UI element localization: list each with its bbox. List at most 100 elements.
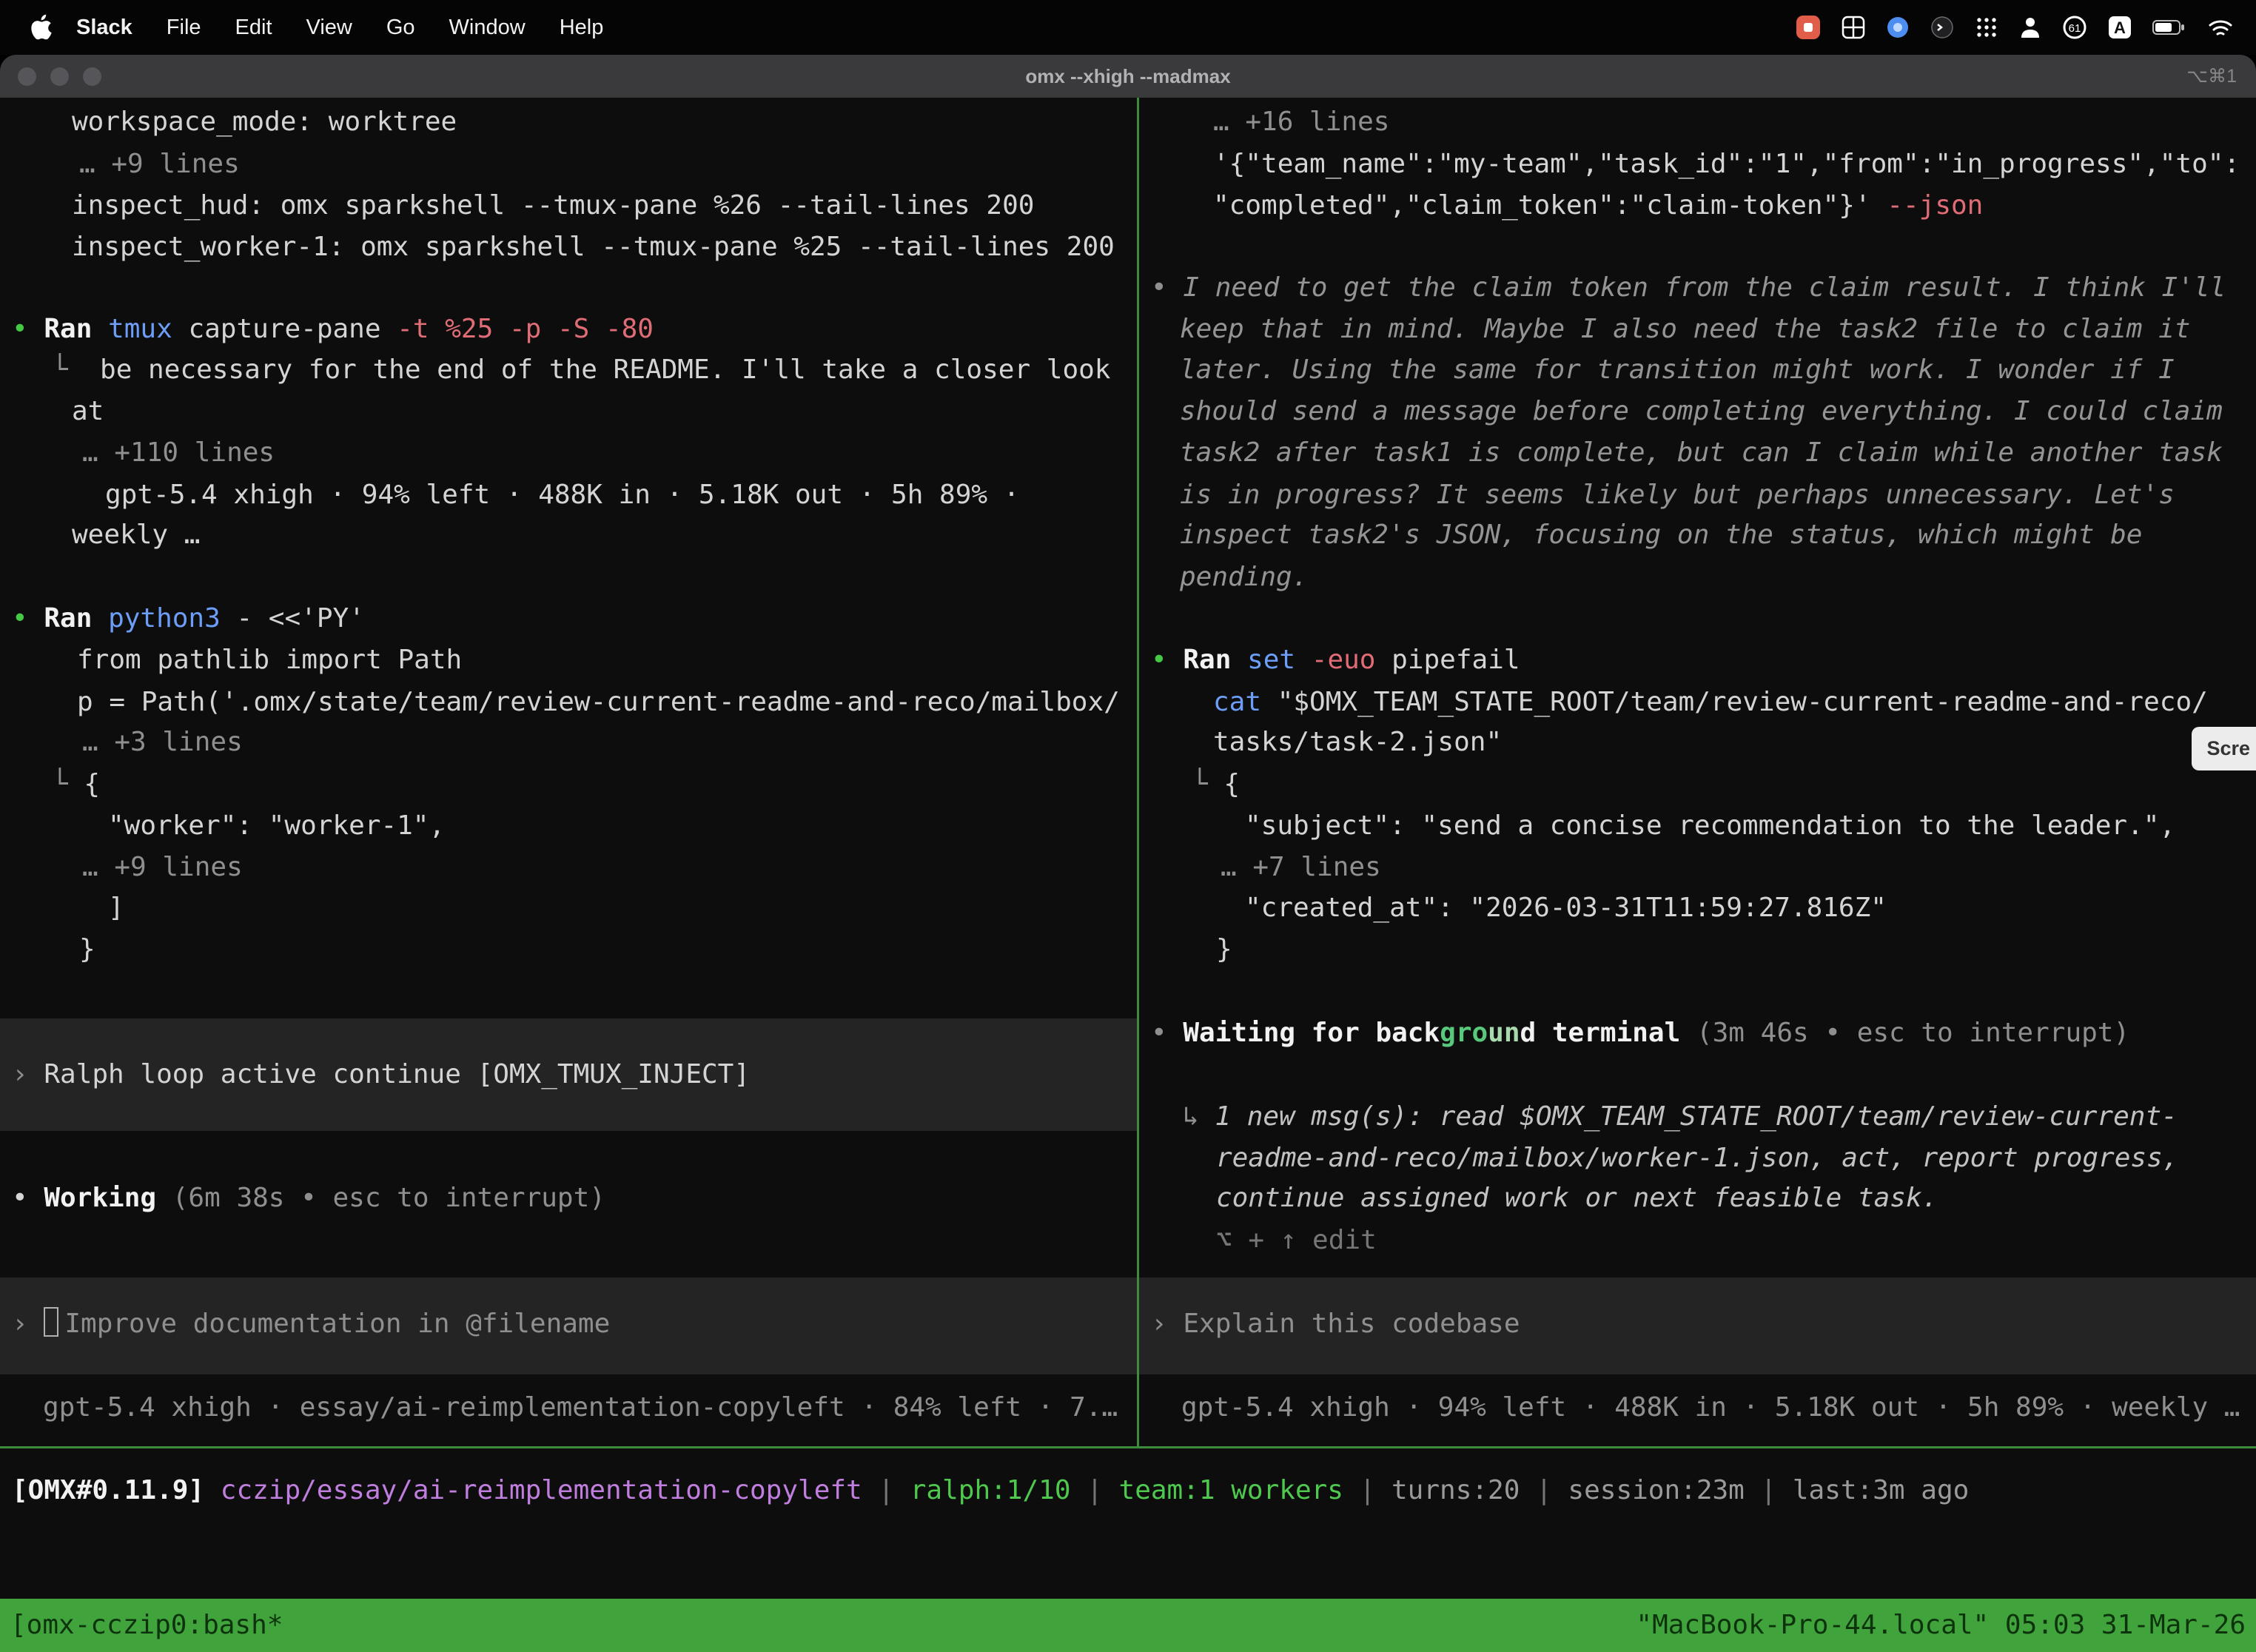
terminal-text-segment: Ran: [44, 603, 108, 634]
terminal-line: └ {: [1192, 764, 1240, 805]
screen-recording-indicator[interactable]: [1796, 15, 1821, 40]
terminal-line: … +9 lines: [82, 847, 243, 888]
terminal-text-segment: •: [12, 603, 44, 634]
menu-item-file[interactable]: File: [150, 16, 218, 40]
terminal-text-segment: Improve documentation in @filename: [64, 1309, 610, 1339]
terminal-text-segment: •: [12, 1183, 44, 1213]
terminal-line: … +9 lines: [79, 144, 240, 185]
terminal-text-segment: inspect task2's JSON, focusing on the st…: [1180, 520, 2142, 550]
wifi-icon[interactable]: [2207, 16, 2234, 38]
macos-menu-bar: SlackFileEditViewGoWindowHelp 61 A: [0, 0, 2256, 55]
terminal-text-segment: … +3 lines: [82, 727, 243, 757]
terminal-text-segment: --json: [1887, 190, 1983, 221]
terminal-text-segment: "completed","claim_token":"claim-token"}…: [1213, 190, 1887, 221]
terminal-text-segment: p = Path('.omx/state/team/review-current…: [77, 687, 1120, 717]
terminal-text-segment: - <<'PY': [236, 603, 364, 634]
terminal-text-segment: … +16 lines: [1213, 107, 1389, 137]
terminal-line: └ {: [52, 764, 100, 805]
screen-overlay-button[interactable]: Scre: [2192, 727, 2256, 770]
window-grid-icon[interactable]: [1842, 16, 1865, 39]
terminal-text-segment: gpt-5.4 xhigh · 94% left · 488K in · 5.1…: [105, 480, 1019, 510]
close-button[interactable]: [18, 67, 36, 86]
terminal-line: workspace_mode: worktree: [72, 101, 457, 143]
terminal-text-segment: (3m 46s • esc to interrupt): [1696, 1018, 2129, 1048]
pane-divider-horizontal: [0, 1446, 2256, 1448]
pane-status-line: gpt-5.4 xhigh · 94% left · 488K in · 5.1…: [1181, 1387, 2240, 1428]
menu-item-go[interactable]: Go: [369, 16, 432, 40]
gauge-icon[interactable]: 61: [2062, 15, 2087, 40]
svg-text:61: 61: [2069, 22, 2081, 35]
terminal-line: … +110 lines: [82, 432, 275, 474]
menu-item-window[interactable]: Window: [432, 16, 543, 40]
terminal-text-segment: should send a message before completing …: [1180, 396, 2223, 426]
terminal-line: should send a message before completing …: [1180, 391, 2223, 432]
terminal-text-segment: ›: [12, 1059, 44, 1089]
terminal-text-segment: •: [1151, 272, 1183, 303]
omx-status-segment: turns:20: [1391, 1475, 1520, 1505]
terminal-line: readme-and-reco/mailbox/worker-1.json, a…: [1216, 1138, 2178, 1179]
terminal-line: "created_at": "2026-03-31T11:59:27.816Z": [1245, 887, 1887, 929]
terminal-line: "completed","claim_token":"claim-token"}…: [1213, 185, 1983, 226]
terminal-line: … +16 lines: [1213, 101, 1389, 143]
menu-item-edit[interactable]: Edit: [218, 16, 289, 40]
terminal-line: at: [72, 391, 104, 432]
terminal-text-segment: pending.: [1180, 562, 1308, 592]
zoom-button[interactable]: [83, 67, 101, 86]
window-title-bar[interactable]: omx --xhigh --madmax ⌥⌘1: [0, 55, 2256, 98]
composer-placeholder: › Improve documentation in @filename: [12, 1303, 610, 1345]
terminal-line: "worker": "worker-1",: [108, 805, 445, 847]
menu-items: SlackFileEditViewGoWindowHelp: [59, 16, 620, 40]
blue-app-icon[interactable]: [1886, 16, 1910, 39]
terminal-text-segment: "subject": "send a concise recommendatio…: [1245, 810, 2175, 841]
terminal-text-segment: 1 new msg(s): read $OMX_TEAM_STATE_ROOT/…: [1215, 1101, 2177, 1132]
terminal-line: '{"team_name":"my-team","task_id":"1","f…: [1213, 144, 2240, 185]
terminal-text-segment: d terminal: [1520, 1018, 1696, 1048]
terminal-line: cat "$OMX_TEAM_STATE_ROOT/team/review-cu…: [1213, 682, 2208, 723]
omx-status-segment: last:3m ago: [1793, 1475, 1969, 1505]
terminal-text-segment: readme-and-reco/mailbox/worker-1.json, a…: [1216, 1143, 2178, 1173]
terminal-line: later. Using the same for transition mig…: [1180, 349, 2175, 391]
terminal-text-segment: ⌥ + ↑ edit: [1216, 1225, 1377, 1255]
terminal-line: weekly …: [72, 514, 200, 556]
terminal-text-segment: Ralph loop active continue [OMX_TMUX_INJ…: [44, 1059, 750, 1089]
menu-item-view[interactable]: View: [289, 16, 369, 40]
edit-hint-line: ⌥ + ↑ edit: [1216, 1220, 1377, 1261]
input-source-icon[interactable]: A: [2108, 16, 2132, 39]
terminal-text-segment: task2 after task1 is complete, but can I…: [1180, 437, 2223, 468]
window-title: omx --xhigh --madmax: [0, 65, 2256, 88]
omx-status-segment: |: [862, 1475, 910, 1505]
pane-divider-vertical[interactable]: [1137, 98, 1139, 1446]
terminal-text-segment: cat: [1213, 687, 1278, 717]
ran-command-line: • Ran python3 - <<'PY': [12, 598, 365, 639]
silhouette-icon[interactable]: [2019, 16, 2041, 39]
terminal-text-segment: … +9 lines: [82, 852, 243, 882]
omx-status-segment: ralph:1/10: [910, 1475, 1071, 1505]
terminal-line: }: [1216, 929, 1232, 970]
terminal-line: tasks/task-2.json": [1213, 722, 1502, 763]
tmux-pane-left[interactable]: workspace_mode: worktree… +9 linesinspec…: [0, 98, 1137, 1446]
terminal-text-segment: gro: [1440, 1018, 1488, 1048]
terminal-text-segment: "worker": "worker-1",: [108, 810, 445, 841]
omx-status-segment: team:1 workers: [1119, 1475, 1343, 1505]
terminal-text-segment: }: [1216, 934, 1232, 964]
apple-menu-icon[interactable]: [30, 14, 52, 41]
battery-icon[interactable]: [2152, 19, 2186, 36]
terminal-line: gpt-5.4 xhigh · 94% left · 488K in · 5.1…: [105, 474, 1019, 516]
terminal-text-segment: inspect_hud: omx sparkshell --tmux-pane …: [72, 190, 1034, 221]
ran-command-line: • Ran set -euo pipefail: [1151, 639, 1520, 681]
minimize-button[interactable]: [50, 67, 69, 86]
menu-item-help[interactable]: Help: [543, 16, 621, 40]
tmux-pane-right[interactable]: … +16 lines '{"team_name":"my-team","task…: [1139, 98, 2256, 1446]
omx-status-segment: [OMX#0.11.9]: [12, 1475, 221, 1505]
menu-item-slack[interactable]: Slack: [59, 16, 150, 40]
text-cursor: [44, 1307, 58, 1337]
dark-app-icon[interactable]: [1930, 16, 1954, 39]
terminal-text-segment: -t %25 -p -S -80: [397, 314, 654, 344]
dots-grid-icon[interactable]: [1975, 16, 1998, 39]
terminal-text-segment: un: [1488, 1018, 1520, 1048]
terminal-text-segment: set: [1247, 645, 1312, 675]
terminal-line: ]: [108, 887, 124, 929]
tmux-session-label[interactable]: [omx-cczip0:bash*: [10, 1605, 283, 1646]
window-shortcut-hint: ⌥⌘1: [2186, 65, 2237, 87]
terminal-line: inspect task2's JSON, focusing on the st…: [1180, 514, 2142, 556]
